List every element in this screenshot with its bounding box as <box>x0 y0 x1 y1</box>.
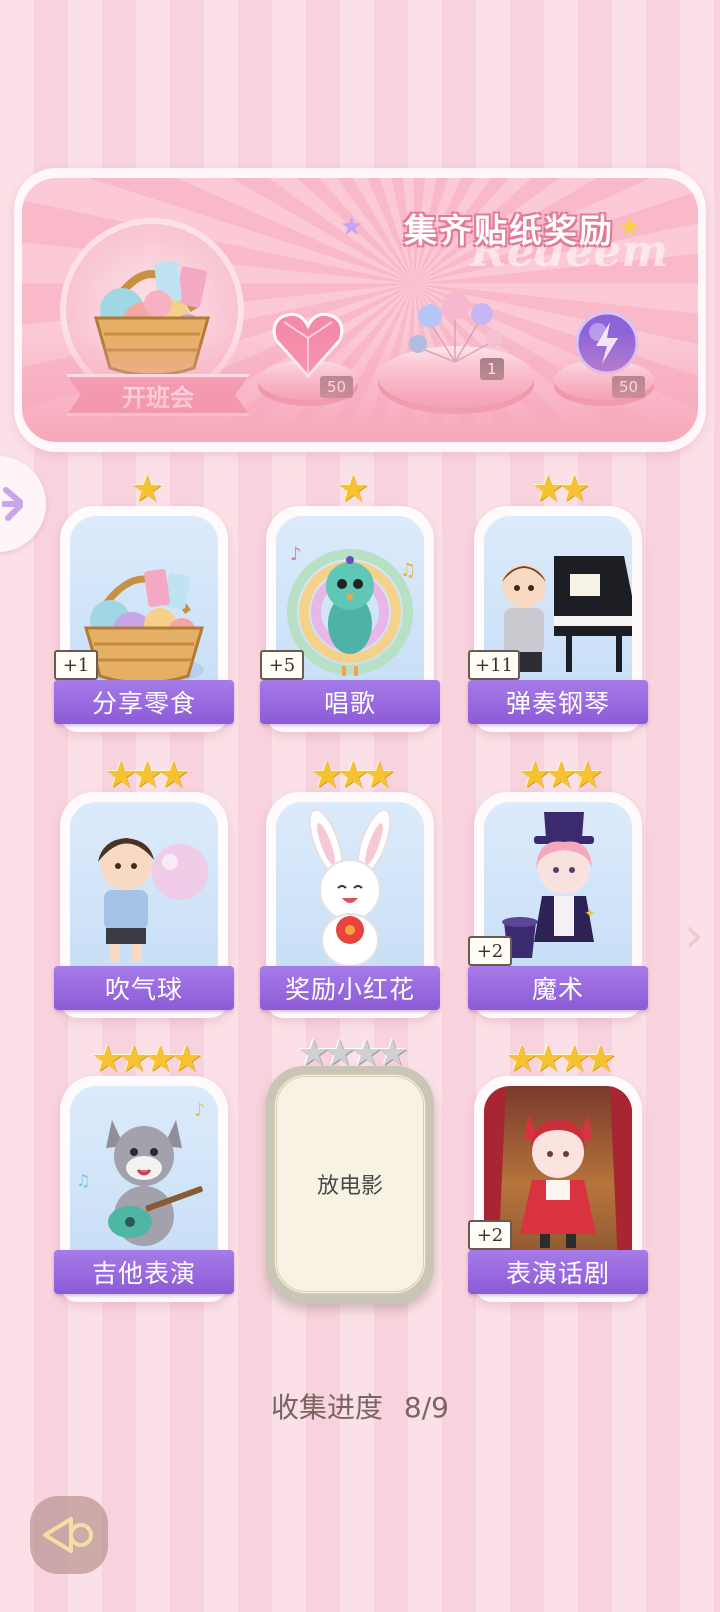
next-page-chevron-icon[interactable]: › <box>684 906 704 964</box>
balloon-boy-icon <box>98 838 208 962</box>
sticker-card-singing[interactable]: ★ ♪ ♫ +5 唱歌 <box>260 472 440 732</box>
reward-pedestal <box>554 360 654 400</box>
sticker-image <box>70 802 218 982</box>
event-name-ribbon: 开班会 <box>66 374 250 416</box>
bonus-tag: +2 <box>468 1220 512 1250</box>
star-rating: ★ <box>336 469 369 510</box>
svg-text:♪: ♪ <box>194 1100 206 1121</box>
locked-sticker-name: 放电影 <box>274 1074 426 1294</box>
sticker-card-movie-locked[interactable]: ★★★★ 放电影 <box>266 1036 434 1304</box>
sticker-name: 魔术 <box>468 966 648 1010</box>
sticker-card-magic[interactable]: ★★★ ✦ +2 魔术 <box>468 758 648 1018</box>
progress-label: 收集进度 <box>271 1391 384 1424</box>
bonus-tag: +1 <box>54 650 98 680</box>
svg-text:✦: ✦ <box>584 906 596 922</box>
snack-basket-icon <box>94 261 210 377</box>
purple-energy-orb-icon[interactable] <box>572 308 642 378</box>
pink-heart-gem-icon[interactable] <box>270 308 346 380</box>
banner-title: 集齐贴纸奖励 <box>404 211 614 250</box>
collection-progress: 收集进度 8/9 <box>0 1386 720 1426</box>
sticker-name: 分享零食 <box>54 680 234 724</box>
reward-banner: Redeem ★ ★ 集齐贴纸奖励 开班会 50 1 50 <box>14 168 706 452</box>
sticker-name: 唱歌 <box>260 680 440 724</box>
star-rating: ★ <box>130 469 163 510</box>
bonus-tag: +2 <box>468 936 512 966</box>
sticker-card-guitar[interactable]: ★★★★ ♪ ♫ 吉他表演 <box>54 1042 234 1302</box>
star-rating: ★★★ <box>518 755 604 796</box>
reward-pedestal <box>258 360 358 400</box>
purple-star-icon: ★ <box>340 212 364 242</box>
back-button[interactable] <box>30 1496 108 1574</box>
reward-count: 1 <box>480 358 504 380</box>
side-menu-tab[interactable] <box>0 456 46 552</box>
star-rating: ★★ <box>531 469 591 510</box>
back-arrow-icon <box>43 1517 93 1553</box>
progress-value: 8/9 <box>403 1391 449 1424</box>
sticker-name: 吉他表演 <box>54 1250 234 1294</box>
bunny-flower-icon <box>308 808 392 967</box>
sticker-card-share-snacks[interactable]: ★ +1 分享零食 <box>54 472 234 732</box>
star-rating-locked: ★★★★ <box>297 1033 408 1074</box>
star-rating: ★★★★ <box>91 1039 202 1080</box>
star-rating: ★★★ <box>104 755 190 796</box>
balloon-bundle-icon[interactable] <box>400 282 510 372</box>
star-rating: ★★★★ <box>505 1039 616 1080</box>
banner-background: Redeem ★ ★ 集齐贴纸奖励 开班会 50 1 50 <box>22 178 698 442</box>
svg-text:♫: ♫ <box>76 1171 90 1190</box>
guitar-wolf-icon: ♪ ♫ <box>76 1100 206 1246</box>
sticker-card-piano[interactable]: ★★ +11 弹奏钢琴 <box>468 472 648 732</box>
sticker-card-balloon[interactable]: ★★★ 吹气球 <box>54 758 234 1018</box>
reward-count: 50 <box>320 376 354 398</box>
sticker-card-drama[interactable]: ★★★★ +2 表演话剧 <box>468 1042 648 1302</box>
reward-pedestal-center <box>378 346 534 408</box>
bonus-tag: +11 <box>468 650 520 680</box>
star-rating: ★★★ <box>310 755 396 796</box>
sticker-name: 奖励小红花 <box>260 966 440 1010</box>
ribbon-bow-icon <box>2 487 23 521</box>
sticker-image <box>276 802 424 982</box>
sticker-name: 表演话剧 <box>468 1250 648 1294</box>
event-basket-circle[interactable] <box>60 218 244 402</box>
svg-text:♪: ♪ <box>290 544 302 565</box>
svg-text:♫: ♫ <box>400 560 416 581</box>
sticker-name: 吹气球 <box>54 966 234 1010</box>
reward-count: 50 <box>612 376 646 398</box>
bonus-tag: +5 <box>260 650 304 680</box>
sticker-name: 弹奏钢琴 <box>468 680 648 724</box>
sticker-image: ♪ ♫ <box>70 1086 218 1266</box>
sticker-card-red-flower[interactable]: ★★★ 奖励小红花 <box>260 758 440 1018</box>
